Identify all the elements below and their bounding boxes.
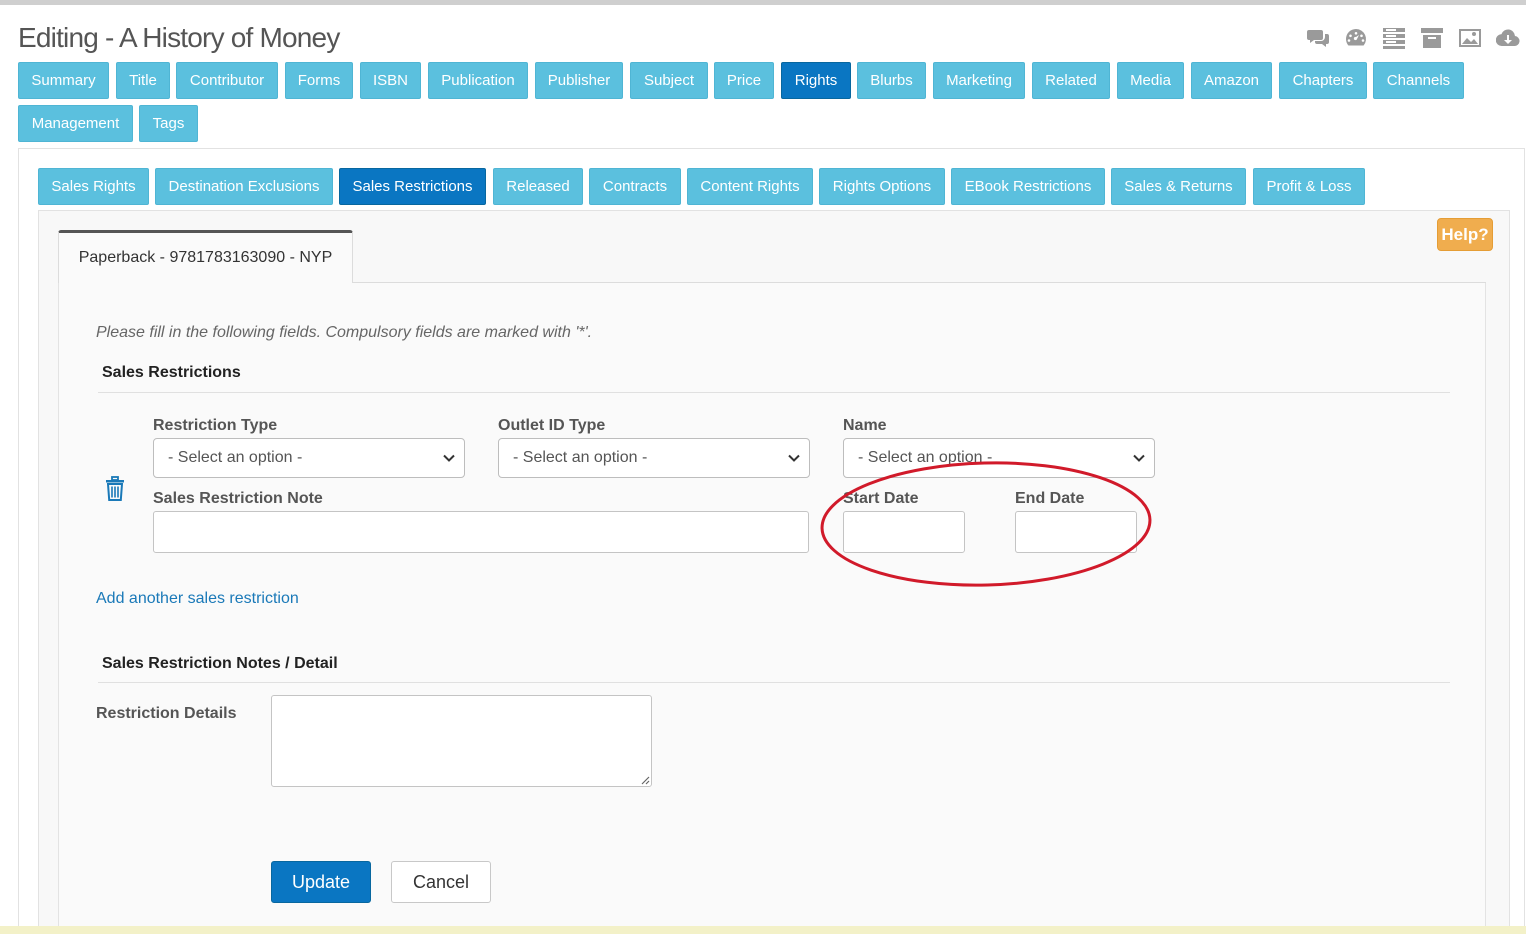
sales-restriction-note-input[interactable] xyxy=(153,511,809,553)
chat-icon[interactable] xyxy=(1306,26,1330,50)
subtab-sales-restrictions[interactable]: Sales Restrictions xyxy=(339,168,486,205)
subtab-sales-returns[interactable]: Sales & Returns xyxy=(1111,168,1246,205)
tab-summary[interactable]: Summary xyxy=(18,62,109,99)
section-title-notes-detail: Sales Restriction Notes / Detail xyxy=(102,655,338,672)
chevron-down-icon xyxy=(443,454,455,462)
tab-subject[interactable]: Subject xyxy=(630,62,708,99)
section-title-sales-restrictions: Sales Restrictions xyxy=(102,364,241,381)
tab-price[interactable]: Price xyxy=(714,62,774,99)
tab-divider xyxy=(352,282,1486,283)
tab-isbn[interactable]: ISBN xyxy=(360,62,421,99)
tab-marketing[interactable]: Marketing xyxy=(933,62,1025,99)
subtab-ebook-restrictions[interactable]: EBook Restrictions xyxy=(951,168,1105,205)
edition-tab[interactable]: Paperback - 9781783163090 - NYP xyxy=(58,230,353,283)
tab-channels[interactable]: Channels xyxy=(1373,62,1464,99)
add-sales-restriction-link[interactable]: Add another sales restriction xyxy=(96,590,299,608)
archive-icon[interactable] xyxy=(1420,26,1444,50)
page-title: Editing - A History of Money xyxy=(18,22,340,53)
update-button[interactable]: Update xyxy=(271,861,371,903)
subtab-contracts[interactable]: Contracts xyxy=(589,168,681,205)
tab-publication[interactable]: Publication xyxy=(428,62,528,99)
tab-related[interactable]: Related xyxy=(1032,62,1110,99)
name-label: Name xyxy=(843,417,887,434)
tab-contributor[interactable]: Contributor xyxy=(176,62,278,99)
sales-restriction-note-label: Sales Restriction Note xyxy=(153,490,323,507)
help-button[interactable]: Help? xyxy=(1437,218,1493,251)
dashboard-icon[interactable] xyxy=(1344,26,1368,50)
section-divider xyxy=(98,392,1450,393)
outlet-id-type-label: Outlet ID Type xyxy=(498,417,606,434)
restriction-type-value: - Select an option - xyxy=(168,449,303,466)
cancel-button[interactable]: Cancel xyxy=(391,861,491,903)
top-border xyxy=(0,0,1526,5)
image-icon[interactable] xyxy=(1458,26,1482,50)
resize-grip-icon[interactable] xyxy=(640,775,650,785)
annotation-circle xyxy=(820,461,1152,587)
tab-title[interactable]: Title xyxy=(116,62,170,99)
trash-icon[interactable] xyxy=(104,476,126,502)
restriction-details-label: Restriction Details xyxy=(96,705,237,722)
tab-media[interactable]: Media xyxy=(1117,62,1184,99)
outlet-id-type-value: - Select an option - xyxy=(513,449,648,466)
list-icon[interactable] xyxy=(1382,26,1406,50)
tab-chapters[interactable]: Chapters xyxy=(1279,62,1367,99)
restriction-type-label: Restriction Type xyxy=(153,417,278,434)
section-divider xyxy=(98,682,1450,683)
tab-tags[interactable]: Tags xyxy=(139,105,198,142)
subtab-profit-loss[interactable]: Profit & Loss xyxy=(1253,168,1365,205)
tab-rights[interactable]: Rights xyxy=(781,62,851,99)
subtab-content-rights[interactable]: Content Rights xyxy=(687,168,813,205)
subtab-sales-rights[interactable]: Sales Rights xyxy=(38,168,149,205)
outlet-id-type-select[interactable]: - Select an option - xyxy=(498,438,810,478)
tab-management[interactable]: Management xyxy=(18,105,133,142)
chevron-down-icon xyxy=(788,454,800,462)
subtab-rights-options[interactable]: Rights Options xyxy=(819,168,945,205)
subtab-released[interactable]: Released xyxy=(493,168,583,205)
form-instructions: Please fill in the following fields. Com… xyxy=(96,324,593,341)
toolbar-icons xyxy=(1306,26,1520,50)
bottom-bar xyxy=(0,926,1526,934)
tab-amazon[interactable]: Amazon xyxy=(1191,62,1272,99)
form-panel xyxy=(58,282,1486,934)
restriction-details-textarea[interactable] xyxy=(271,695,652,787)
subtab-destination-exclusions[interactable]: Destination Exclusions xyxy=(155,168,333,205)
tab-forms[interactable]: Forms xyxy=(285,62,353,99)
restriction-type-select[interactable]: - Select an option - xyxy=(153,438,465,478)
tab-blurbs[interactable]: Blurbs xyxy=(857,62,926,99)
tab-publisher[interactable]: Publisher xyxy=(535,62,623,99)
cloud-download-icon[interactable] xyxy=(1496,26,1520,50)
